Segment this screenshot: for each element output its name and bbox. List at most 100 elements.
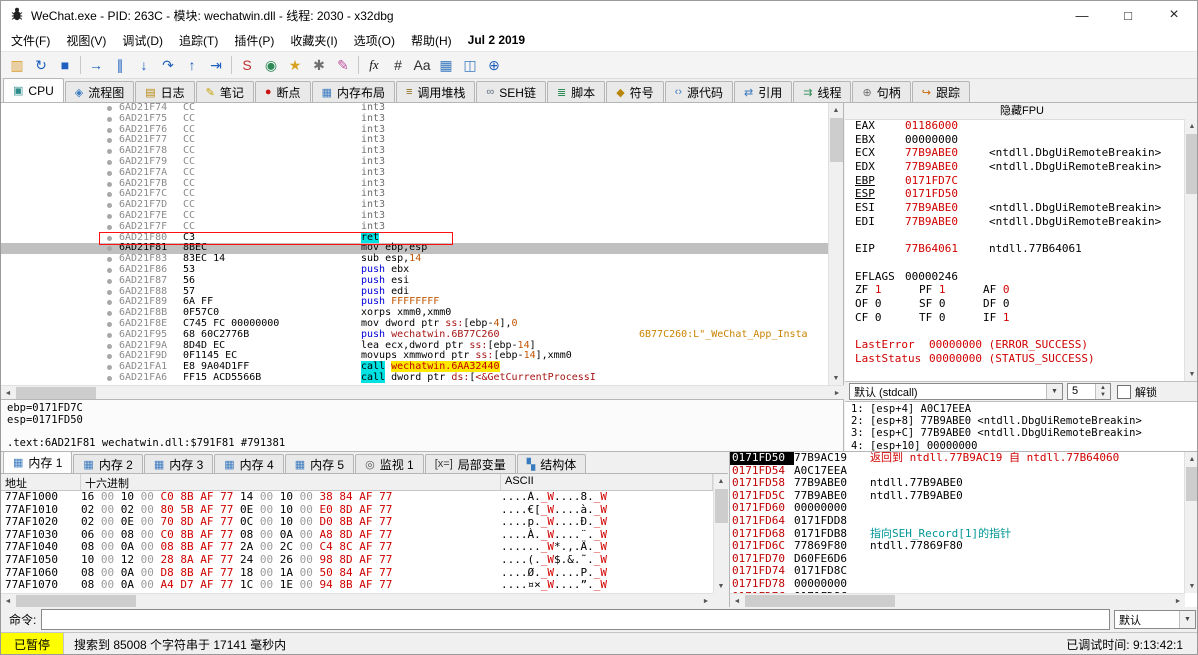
scroll-thumb[interactable] xyxy=(16,387,96,399)
hide-fpu-button[interactable]: 隐藏FPU xyxy=(845,103,1198,120)
register-row[interactable]: ESI77B9ABE0<ntdll.DbgUiRemoteBreakin> xyxy=(845,201,1184,215)
stop-button[interactable]: ■ xyxy=(53,54,77,76)
register-row[interactable]: EDX77B9ABE0<ntdll.DbgUiRemoteBreakin> xyxy=(845,160,1184,174)
stack-row[interactable]: 0171FD5877B9ABE0ntdll.77B9ABE0 xyxy=(730,477,1184,490)
scroll-arrow-icon[interactable]: ► xyxy=(1171,594,1185,608)
execute-till-return-button[interactable]: ↑ xyxy=(180,54,204,76)
scroll-arrow-icon[interactable]: ▲ xyxy=(1185,452,1198,466)
breakpoint-dot[interactable] xyxy=(107,203,112,208)
menu-debug[interactable]: 调试(D) xyxy=(114,29,171,52)
graph-button[interactable]: ◉ xyxy=(259,54,283,76)
disasm-row[interactable]: 6AD21F8756push esi xyxy=(1,276,828,287)
breakpoint-dot[interactable] xyxy=(107,279,112,284)
argument-row[interactable]: 1: [esp+4] A0C17EEA xyxy=(845,403,1198,415)
disasm-row[interactable]: 6AD21F7FCCint3 xyxy=(1,222,828,233)
scroll-arrow-icon[interactable]: ◄ xyxy=(1,386,15,400)
disassembly-pane[interactable]: 6AD21F74CCint36AD21F75CCint36AD21F76CCin… xyxy=(1,103,844,399)
breakpoint-dot[interactable] xyxy=(107,290,112,295)
spinner-down-icon[interactable]: ▼ xyxy=(1096,392,1110,400)
breakpoint-dot[interactable] xyxy=(107,138,112,143)
breakpoint-dot[interactable] xyxy=(107,192,112,197)
tab-memory-2[interactable]: ▦内存 2 xyxy=(73,454,142,473)
register-row[interactable]: EFLAGS00000246 xyxy=(845,270,1184,284)
minimize-button[interactable]: — xyxy=(1059,1,1105,29)
breakpoint-dot[interactable] xyxy=(107,365,112,370)
unlock-checkbox[interactable]: 解锁 xyxy=(1117,384,1157,400)
calculator-button[interactable]: ▦ xyxy=(434,54,458,76)
breakpoint-dot[interactable] xyxy=(107,344,112,349)
tab-memory-map[interactable]: ▦内存布局 xyxy=(312,81,395,102)
restart-button[interactable]: ↻ xyxy=(29,54,53,76)
argument-row[interactable]: 2: [esp+8] 77B9ABE0 <ntdll.DbgUiRemoteBr… xyxy=(845,415,1198,427)
scylla-button[interactable]: S xyxy=(235,54,259,76)
menu-trace[interactable]: 追踪(T) xyxy=(171,29,226,52)
breakpoint-dot[interactable] xyxy=(107,246,112,251)
tab-seh[interactable]: ∞SEH链 xyxy=(476,81,546,102)
register-row[interactable]: LastError00000000 (ERROR_SUCCESS) xyxy=(845,338,1184,352)
globe-button[interactable]: ⊕ xyxy=(482,54,506,76)
breakpoint-dot[interactable] xyxy=(107,149,112,154)
checkbox-box[interactable] xyxy=(1117,385,1131,399)
breakpoint-dot[interactable] xyxy=(107,236,112,241)
scroll-thumb[interactable] xyxy=(745,595,895,607)
argument-count-spinner[interactable]: 5 ▲▼ xyxy=(1067,383,1111,400)
memory-column-header[interactable]: 十六进制 xyxy=(81,474,501,490)
menu-options[interactable]: 选项(O) xyxy=(346,29,403,52)
disasm-row[interactable]: 6AD21F75CCint3 xyxy=(1,114,828,125)
disasm-row[interactable]: 6AD21FA6FF15 ACD5566Bcall dword ptr ds:[… xyxy=(1,373,828,384)
register-row[interactable]: ZF 1PF 1AF 0 xyxy=(845,283,1184,297)
breakpoint-dot[interactable] xyxy=(107,311,112,316)
favourites-button[interactable]: ★ xyxy=(283,54,307,76)
register-row[interactable]: EIP77B64061ntdll.77B64061 xyxy=(845,242,1184,256)
menu-help[interactable]: 帮助(H) xyxy=(403,29,460,52)
breakpoint-dot[interactable] xyxy=(107,214,112,219)
chevron-down-icon[interactable]: ▼ xyxy=(1046,384,1062,399)
chevron-down-icon[interactable]: ▼ xyxy=(1179,611,1195,628)
hash-button[interactable]: # xyxy=(386,54,410,76)
register-row[interactable]: CF 0TF 0IF 1 xyxy=(845,311,1184,325)
step-into-button[interactable]: ↓ xyxy=(132,54,156,76)
register-row[interactable]: EAX01186000 xyxy=(845,119,1184,133)
menu-plugins[interactable]: 插件(P) xyxy=(226,29,282,52)
tab-symbols[interactable]: ◆符号 xyxy=(606,81,663,102)
breakpoint-dot[interactable] xyxy=(107,171,112,176)
command-profile-select[interactable]: 默认 ▼ xyxy=(1114,610,1196,629)
scroll-arrow-icon[interactable]: ◄ xyxy=(1,594,15,608)
breakpoint-dot[interactable] xyxy=(107,106,112,111)
stack-hscrollbar[interactable]: ◄► xyxy=(730,593,1185,607)
scroll-arrow-icon[interactable]: ▼ xyxy=(1185,579,1198,593)
step-over-button[interactable]: ↷ xyxy=(156,54,180,76)
arguments-pane[interactable]: 1: [esp+4] A0C17EEA2: [esp+8] 77B9ABE0 <… xyxy=(845,401,1198,451)
breakpoint-dot[interactable] xyxy=(107,257,112,262)
scroll-thumb[interactable] xyxy=(16,595,136,607)
breakpoint-dot[interactable] xyxy=(107,322,112,327)
memory-column-header[interactable]: ASCII xyxy=(501,474,713,490)
disasm-vscrollbar[interactable]: ▲▼ xyxy=(828,103,843,385)
tab-memory-1[interactable]: ▦内存 1 xyxy=(3,451,72,473)
tab-threads[interactable]: ⇉线程 xyxy=(793,81,851,102)
stack-row[interactable]: 0171FD5077B9AC19返回到 ntdll.77B9AC19 自 ntd… xyxy=(730,452,1184,465)
breakpoint-dot[interactable] xyxy=(107,376,112,381)
scroll-thumb[interactable] xyxy=(1186,134,1198,194)
registers-vscrollbar[interactable]: ▲▼ xyxy=(1184,119,1198,381)
tab-notes[interactable]: ✎笔记 xyxy=(196,81,254,102)
tab-memory-5[interactable]: ▦内存 5 xyxy=(285,454,354,473)
disasm-row[interactable]: 6AD21F7ACCint3 xyxy=(1,168,828,179)
stack-vscrollbar[interactable]: ▲▼ xyxy=(1184,452,1198,593)
menu-favourites[interactable]: 收藏夹(I) xyxy=(282,29,345,52)
pause-button[interactable]: ∥ xyxy=(108,54,132,76)
tab-references[interactable]: ⇄引用 xyxy=(734,81,792,102)
highlight-button[interactable]: ✎ xyxy=(331,54,355,76)
close-button[interactable]: × xyxy=(1151,1,1197,29)
register-row[interactable]: EBP0171FD7C xyxy=(845,174,1184,188)
tab-source[interactable]: ‹›源代码 xyxy=(665,81,733,102)
argument-row[interactable]: 4: [esp+10] 00000000 xyxy=(845,440,1198,451)
tab-log[interactable]: ▤日志 xyxy=(135,81,194,102)
memory-hscrollbar[interactable]: ◄► xyxy=(1,593,713,607)
scroll-thumb[interactable] xyxy=(715,489,728,523)
tab-trace[interactable]: ↪跟踪 xyxy=(912,81,970,102)
stack-row[interactable]: 0171FD640171FDD8 xyxy=(730,515,1184,528)
registers-list[interactable]: EAX01186000EBX00000000ECX77B9ABE0<ntdll.… xyxy=(845,119,1184,381)
argument-row[interactable]: 3: [esp+C] 77B9ABE0 <ntdll.DbgUiRemoteBr… xyxy=(845,427,1198,439)
stack-pane[interactable]: 0171FD5077B9AC19返回到 ntdll.77B9AC19 自 ntd… xyxy=(729,452,1198,607)
